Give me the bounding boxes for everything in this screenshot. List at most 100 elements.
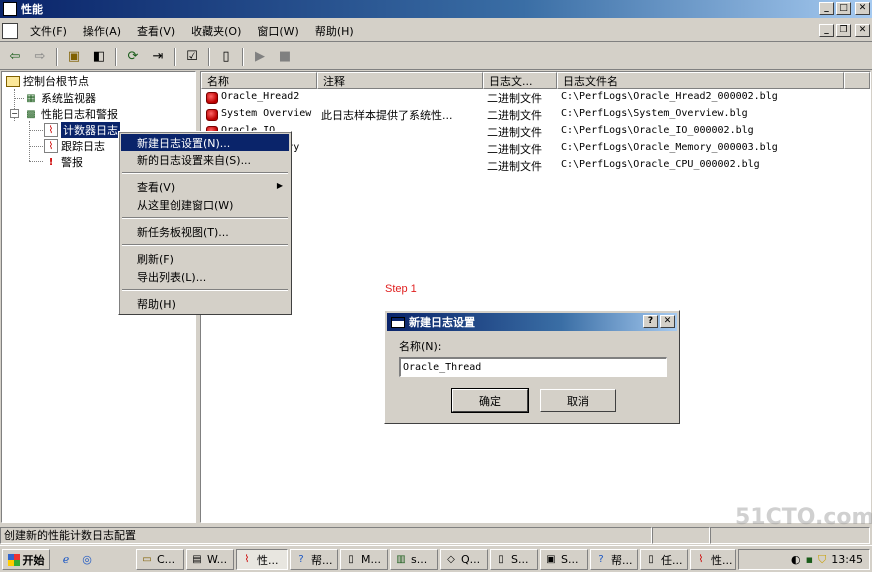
menu-window[interactable]: 窗口(W): [249, 23, 306, 39]
menu-item-help[interactable]: 帮助(H): [121, 295, 289, 312]
menu-item-refresh[interactable]: 刷新(F): [121, 250, 289, 267]
name-input[interactable]: Oracle_Thread: [399, 357, 667, 377]
tray-icon[interactable]: ▪: [806, 553, 813, 566]
perf-icon: ⌇: [698, 554, 704, 565]
menu-file[interactable]: 文件(F): [22, 23, 75, 39]
tree-alerts-label: 警报: [61, 156, 83, 169]
table-row[interactable]: System Overview 此日志样本提供了系统性... 二进制文件 C:\…: [201, 107, 872, 123]
play-icon[interactable]: ▶: [249, 47, 271, 67]
table-row[interactable]: Oracle_Hread2 二进制文件 C:\PerfLogs\Oracle_H…: [201, 90, 872, 106]
tree-system-monitor[interactable]: ▦ 系统监视器: [24, 90, 96, 106]
taskbar-item[interactable]: ▥ s...: [390, 549, 438, 570]
tree-trace-logs-label: 跟踪日志: [61, 140, 105, 153]
show-tree-icon[interactable]: ◧: [88, 47, 110, 67]
tree-trace-logs[interactable]: ⌇ 跟踪日志: [44, 138, 105, 154]
log-icon: [206, 109, 218, 121]
context-menu: 新建日志设置(N)... 新的日志设置来自(S)... 查看(V) ▶ 从这里创…: [118, 131, 292, 315]
name-label: 名称(N):: [399, 340, 442, 353]
up-folder-icon[interactable]: ▣: [63, 47, 85, 67]
taskbar-item[interactable]: ◇ Q...: [440, 549, 488, 570]
dialog-help-button[interactable]: ?: [643, 315, 658, 328]
menu-item-view-label: 查看(V): [137, 180, 176, 194]
menu-item-export-list[interactable]: 导出列表(L)...: [121, 268, 289, 285]
column-header-name[interactable]: 名称: [201, 72, 317, 89]
properties-icon[interactable]: ☑: [181, 47, 203, 67]
taskbar-item[interactable]: ? 帮...: [290, 549, 338, 570]
menu-item-view[interactable]: 查看(V) ▶: [121, 178, 289, 195]
tree-line: [29, 130, 43, 131]
taskbar-item[interactable]: ? 帮...: [590, 549, 638, 570]
stop-icon[interactable]: ■: [274, 47, 296, 67]
tree-counter-logs-label: 计数器日志: [61, 122, 120, 138]
child-close-button[interactable]: ✕: [855, 24, 870, 37]
row-file: C:\PerfLogs\Oracle_Hread2_000002.blg: [561, 91, 778, 102]
tree-logs-alerts[interactable]: ▩ 性能日志和警报: [24, 106, 118, 122]
step-annotation: Step 1: [385, 283, 417, 295]
row-file: C:\PerfLogs\System_Overview.blg: [561, 108, 748, 119]
column-header-comment[interactable]: 注释: [317, 72, 483, 89]
row-name: Oracle_Hread2: [221, 91, 300, 102]
child-restore-button[interactable]: ❐: [836, 24, 851, 37]
start-button[interactable]: 开始: [2, 549, 50, 570]
title-bar: 性能 _ □ ✕: [0, 0, 872, 18]
taskbar: 开始 ℯ ◎ ▭ C... ▤ W... ⌇ 性... ? 帮... ▯ M... ▥ s.…: [0, 545, 872, 572]
clock: 13:45: [831, 553, 863, 566]
menu-item-new-log-settings-from[interactable]: 新的日志设置来自(S)...: [121, 151, 289, 168]
taskbar-item-active[interactable]: ⌇ 性...: [236, 549, 288, 570]
taskbar-item[interactable]: ▭ C...: [136, 549, 184, 570]
taskbar-item-label: s...: [411, 553, 428, 566]
menu-favorites[interactable]: 收藏夹(O): [183, 23, 249, 39]
app-icon[interactable]: [2, 22, 18, 39]
tray-icon[interactable]: ◐: [791, 553, 801, 566]
menu-item-new-window[interactable]: 从这里创建窗口(W): [121, 196, 289, 213]
tree-alerts[interactable]: ! 警报: [44, 154, 83, 170]
taskbar-item[interactable]: ▣ S...: [540, 549, 588, 570]
menu-view[interactable]: 查看(V): [129, 23, 183, 39]
taskbar-item[interactable]: ▤ W...: [186, 549, 234, 570]
alert-icon: !: [48, 156, 54, 168]
back-icon[interactable]: ⇦: [4, 47, 26, 67]
taskbar-item-label: 帮...: [611, 553, 633, 567]
folder-icon: [6, 75, 20, 87]
taskbar-item[interactable]: ⌇ 性...: [690, 549, 736, 570]
minimize-button[interactable]: _: [819, 2, 834, 15]
column-header-log-file[interactable]: 日志文件名: [557, 72, 844, 89]
quicklaunch-icon[interactable]: ◎: [79, 551, 95, 567]
toolbar-separator: [242, 47, 244, 66]
cancel-button[interactable]: 取消: [540, 389, 616, 412]
table-row[interactable]: Oracle_CPU 二进制文件 C:\PerfLogs\Oracle_CPU_…: [201, 158, 872, 174]
new-icon[interactable]: ▯: [215, 47, 237, 67]
menu-separator: [122, 217, 288, 219]
tree-counter-logs[interactable]: ⌇ 计数器日志: [44, 122, 120, 138]
ok-button[interactable]: 确定: [451, 388, 529, 413]
taskbar-item[interactable]: ▯ 任...: [640, 549, 688, 570]
taskbar-item[interactable]: ▯ S...: [490, 549, 538, 570]
forward-icon[interactable]: ⇨: [29, 47, 51, 67]
menu-item-new-taskpad[interactable]: 新任务板视图(T)...: [121, 223, 289, 240]
row-comment: 此日志样本提供了系统性...: [321, 109, 453, 122]
dialog-title-bar: 新建日志设置 ? ✕: [387, 313, 677, 331]
menu-action[interactable]: 操作(A): [75, 23, 129, 39]
row-name: System Overview: [221, 108, 312, 119]
collapse-icon[interactable]: −: [10, 109, 19, 118]
column-header-log-type[interactable]: 日志文...: [483, 72, 557, 89]
menu-item-new-log-settings[interactable]: 新建日志设置(N)...: [121, 134, 289, 151]
export-icon[interactable]: ⇥: [147, 47, 169, 67]
row-type: 二进制文件: [487, 92, 542, 105]
taskbar-item-label: S...: [511, 553, 529, 566]
refresh-icon[interactable]: ⟳: [122, 47, 144, 67]
dialog-close-button[interactable]: ✕: [660, 315, 675, 328]
ie-icon[interactable]: ℯ: [58, 551, 74, 567]
table-row[interactable]: Oracle_Memory 二进制文件 C:\PerfLogs\Oracle_M…: [201, 141, 872, 157]
menu-help[interactable]: 帮助(H): [307, 23, 362, 39]
close-button[interactable]: ✕: [855, 2, 870, 15]
shield-icon[interactable]: ⛉: [818, 553, 826, 567]
table-row[interactable]: Oracle_IO 二进制文件 C:\PerfLogs\Oracle_IO_00…: [201, 124, 872, 140]
tree-root[interactable]: 控制台根节点: [6, 73, 89, 89]
maximize-button[interactable]: □: [836, 2, 851, 15]
child-minimize-button[interactable]: _: [819, 24, 834, 37]
taskbar-item[interactable]: ▯ M...: [340, 549, 388, 570]
taskbar-item-label: 性...: [257, 553, 279, 567]
menu-separator: [122, 289, 288, 291]
tree-line: [29, 161, 43, 162]
